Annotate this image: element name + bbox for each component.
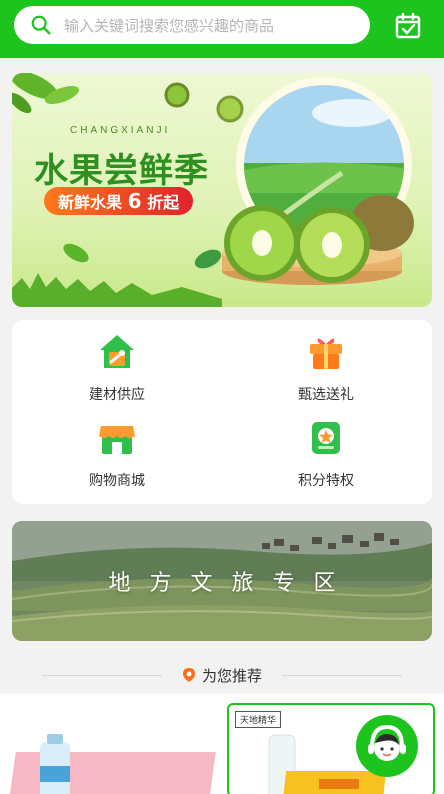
category-points[interactable]: 积分特权: [266, 418, 386, 490]
promo-number: 6: [127, 189, 142, 213]
search-placeholder: 输入关键词搜索您感兴趣的商品: [64, 16, 275, 35]
product-card[interactable]: [0, 694, 220, 794]
location-pin-icon: [182, 668, 195, 682]
gift-icon: [310, 338, 342, 369]
customer-service-icon: [368, 724, 406, 761]
divider: [282, 674, 402, 676]
search-bar[interactable]: 输入关键词搜索您感兴趣的商品: [14, 6, 370, 44]
category-label: 购物商城: [89, 473, 145, 489]
tourism-banner[interactable]: 地方文旅专区: [12, 521, 432, 641]
divider: [41, 674, 162, 676]
recommend-header: 为您推荐: [0, 660, 444, 690]
shop-icon: [99, 426, 135, 454]
banner-subtitle: CHANGXIANJI: [70, 125, 171, 136]
promo-prefix: 新鲜水果: [58, 193, 123, 212]
top-bar: 输入关键词搜索您感兴趣的商品: [0, 0, 444, 58]
fruit-banner[interactable]: CHANGXIANJI 水果尝鲜季 新鲜水果 6 折起: [12, 73, 432, 307]
points-badge-icon: [312, 422, 340, 454]
category-building-materials[interactable]: 建材供应: [57, 332, 177, 404]
house-wrench-icon: [100, 335, 134, 368]
banner-title: 水果尝鲜季: [34, 151, 209, 191]
search-icon: [31, 15, 51, 35]
customer-service-button[interactable]: [356, 715, 418, 777]
category-gifts[interactable]: 甄选送礼: [266, 332, 386, 404]
category-label: 积分特权: [298, 473, 354, 489]
tourism-label: 地方文旅专区: [108, 571, 355, 596]
calendar-check-icon[interactable]: [394, 12, 422, 40]
category-shop[interactable]: 购物商城: [57, 418, 177, 490]
promo-badge: 新鲜水果 6 折起: [44, 187, 194, 215]
category-grid: 建材供应 甄选送礼 购物商城 积分特权: [12, 320, 432, 504]
promo-suffix: 折起: [147, 193, 180, 212]
category-label: 甄选送礼: [298, 387, 354, 403]
category-label: 建材供应: [89, 387, 145, 403]
recommend-title: 为您推荐: [201, 666, 262, 685]
